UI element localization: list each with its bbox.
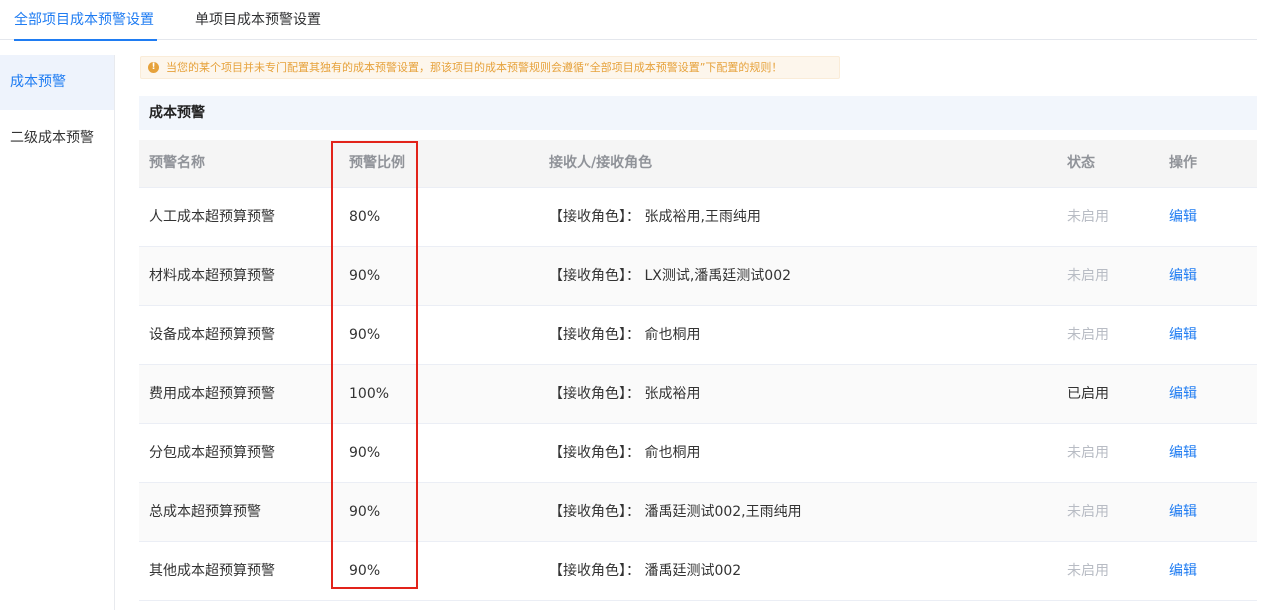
cell-ratio: 80%: [349, 209, 381, 225]
edit-link[interactable]: 编辑: [1169, 365, 1197, 423]
tab-all-projects[interactable]: 全部项目成本预警设置: [14, 0, 157, 41]
status-label: 未启用: [1067, 445, 1109, 461]
edit-link[interactable]: 编辑: [1169, 483, 1197, 541]
notice-banner: ! 当您的某个项目并未专门配置其独有的成本预警设置，那该项目的成本预警规则会遵循…: [140, 56, 840, 79]
cell-receivers: 【接收角色】： 俞也桐用: [549, 445, 701, 461]
table-row: 设备成本超预算预警 90% 【接收角色】： 俞也桐用 未启用 编辑: [139, 306, 1257, 365]
table-row: 费用成本超预算预警 100% 【接收角色】： 张成裕用 已启用 编辑: [139, 365, 1257, 424]
column-header-ratio: 预警比例: [349, 155, 405, 171]
column-header-action: 操作: [1169, 155, 1197, 171]
tab-single-project-label: 单项目成本预警设置: [195, 12, 321, 28]
cell-receivers: 【接收角色】： LX测试,潘禹廷测试002: [549, 268, 792, 284]
cell-ratio: 90%: [349, 327, 381, 343]
cell-name: 总成本超预算预警: [149, 504, 261, 520]
cell-ratio: 100%: [349, 386, 390, 402]
tab-all-projects-label: 全部项目成本预警设置: [14, 12, 154, 28]
cell-receivers: 【接收角色】： 张成裕用,王雨纯用: [549, 209, 761, 225]
edit-link[interactable]: 编辑: [1169, 424, 1197, 482]
column-header-name: 预警名称: [149, 155, 205, 171]
status-label: 未启用: [1067, 327, 1109, 343]
cell-ratio: 90%: [349, 445, 381, 461]
status-label: 未启用: [1067, 504, 1109, 520]
cell-name: 设备成本超预算预警: [149, 327, 275, 343]
cell-ratio: 90%: [349, 268, 381, 284]
cell-receivers: 【接收角色】： 张成裕用: [549, 386, 701, 402]
cell-name: 费用成本超预算预警: [149, 386, 275, 402]
cell-name: 分包成本超预算预警: [149, 445, 275, 461]
sidebar-item-secondary-cost-warning[interactable]: 二级成本预警: [0, 111, 114, 166]
cell-receivers: 【接收角色】： 潘禹廷测试002: [549, 563, 742, 579]
status-label: 未启用: [1067, 268, 1109, 284]
sidebar: 成本预警 二级成本预警: [0, 55, 115, 610]
table-header: 预警名称 预警比例 接收人/接收角色 状态 操作: [139, 140, 1257, 188]
cell-receivers: 【接收角色】： 俞也桐用: [549, 327, 701, 343]
cell-name: 人工成本超预算预警: [149, 209, 275, 225]
status-label: 未启用: [1067, 209, 1109, 225]
edit-link[interactable]: 编辑: [1169, 542, 1197, 600]
table-row: 总成本超预算预警 90% 【接收角色】： 潘禹廷测试002,王雨纯用 未启用 编…: [139, 483, 1257, 542]
cell-ratio: 90%: [349, 504, 381, 520]
status-label: 已启用: [1067, 386, 1109, 402]
column-header-receivers: 接收人/接收角色: [549, 155, 653, 171]
cell-receivers: 【接收角色】： 潘禹廷测试002,王雨纯用: [549, 504, 802, 520]
sidebar-item-label: 二级成本预警: [10, 130, 94, 146]
column-header-status: 状态: [1067, 155, 1095, 171]
table-row: 分包成本超预算预警 90% 【接收角色】： 俞也桐用 未启用 编辑: [139, 424, 1257, 483]
info-icon: !: [148, 62, 159, 73]
tab-bar: 全部项目成本预警设置 单项目成本预警设置: [0, 0, 1257, 41]
table-row: 材料成本超预算预警 90% 【接收角色】： LX测试,潘禹廷测试002 未启用 …: [139, 247, 1257, 306]
status-label: 未启用: [1067, 563, 1109, 579]
tab-single-project[interactable]: 单项目成本预警设置: [195, 0, 321, 40]
cell-ratio: 90%: [349, 563, 381, 579]
table-row: 人工成本超预算预警 80% 【接收角色】： 张成裕用,王雨纯用 未启用 编辑: [139, 188, 1257, 247]
cell-name: 其他成本超预算预警: [149, 563, 275, 579]
sidebar-item-label: 成本预警: [10, 74, 66, 90]
cell-name: 材料成本超预算预警: [149, 268, 275, 284]
section-title: 成本预警: [139, 96, 1257, 130]
edit-link[interactable]: 编辑: [1169, 247, 1197, 305]
edit-link[interactable]: 编辑: [1169, 306, 1197, 364]
warning-table: 预警名称 预警比例 接收人/接收角色 状态 操作 人工成本超预算预警 80% 【…: [139, 140, 1257, 601]
table-row: 其他成本超预算预警 90% 【接收角色】： 潘禹廷测试002 未启用 编辑: [139, 542, 1257, 601]
sidebar-item-cost-warning[interactable]: 成本预警: [0, 55, 114, 110]
edit-link[interactable]: 编辑: [1169, 188, 1197, 246]
notice-text: 当您的某个项目并未专门配置其独有的成本预警设置，那该项目的成本预警规则会遵循“全…: [166, 61, 783, 74]
active-tab-underline: [14, 39, 157, 41]
